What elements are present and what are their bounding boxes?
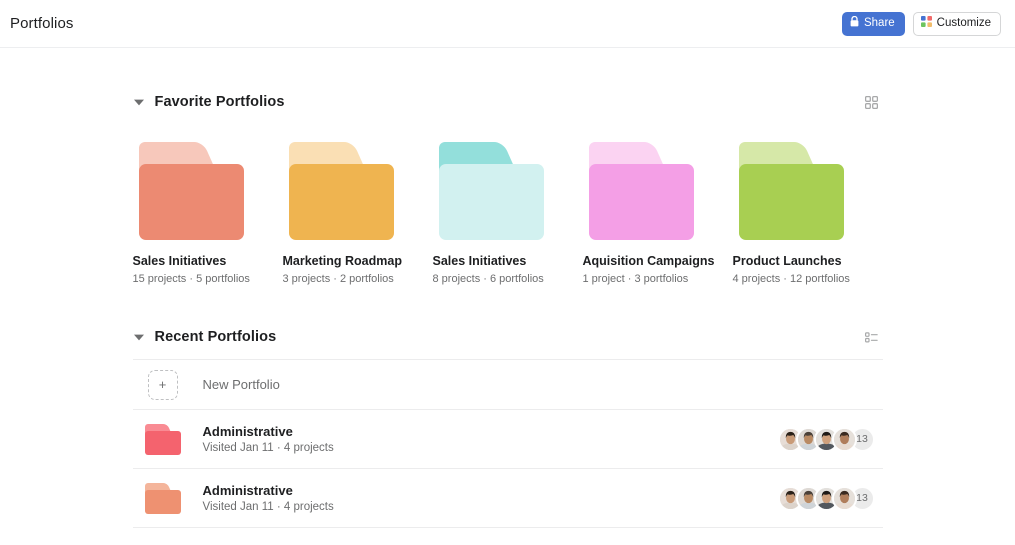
favorite-portfolio-card[interactable]: Marketing Roadmap 3 projects · 2 portfoli… [283, 142, 433, 285]
top-bar: Portfolios Share Customize [0, 0, 1015, 48]
folder-icon [144, 482, 181, 514]
recent-section-header: Recent Portfolios [133, 323, 883, 351]
portfolio-name: Administrative [202, 424, 293, 439]
folder-name: Sales Initiatives [132, 254, 227, 268]
portfolio-meta: Visited Jan 11 · 4 projects [202, 442, 334, 454]
portfolio-name: Administrative [202, 483, 293, 498]
folder-icon [138, 142, 244, 240]
share-button[interactable]: Share [841, 11, 905, 36]
folder-icon [738, 142, 844, 240]
portfolio-row[interactable]: Administrative Visited Jan 11 · 4 project… [132, 410, 883, 469]
folder-name: Marketing Roadmap [282, 254, 402, 268]
favorites-section-title: Favorite Portfolios [154, 94, 285, 110]
share-button-label: Share [863, 16, 895, 29]
folder-icon [144, 423, 181, 455]
folder-meta: 3 projects · 2 portfolios [282, 273, 394, 285]
folder-icon [288, 142, 394, 240]
portfolio-meta: Visited Jan 11 · 4 projects [202, 501, 334, 513]
recent-portfolio-list: + New Portfolio Administrative Visited Ja… [132, 359, 883, 528]
main-content: Favorite Portfolios Sales Initiatives 15 … [0, 48, 1015, 545]
avatar-stack: 13 [777, 485, 883, 511]
folder-meta: 1 project · 3 portfolios [582, 273, 689, 285]
favorite-portfolio-card[interactable]: Aquisition Campaigns 1 project · 3 portfo… [583, 142, 733, 285]
folder-meta: 4 projects · 12 portfolios [732, 273, 850, 285]
folder-icon [438, 142, 544, 240]
portfolio-row-text: Administrative Visited Jan 11 · 4 project… [203, 483, 334, 513]
grid-view-icon[interactable] [861, 91, 883, 113]
recent-section-title: Recent Portfolios [154, 329, 277, 345]
lock-icon [850, 16, 859, 31]
favorite-portfolio-card[interactable]: Sales Initiatives 8 projects · 6 portfoli… [433, 142, 583, 285]
content-container: Favorite Portfolios Sales Initiatives 15 … [132, 48, 883, 528]
page-title: Portfolios [10, 15, 74, 32]
folder-meta: 15 projects · 5 portfolios [132, 273, 250, 285]
customize-button[interactable]: Customize [912, 11, 1001, 36]
list-view-icon[interactable] [861, 326, 883, 348]
color-grid-icon [920, 16, 932, 31]
folder-name: Product Launches [732, 254, 842, 268]
folder-icon [588, 142, 694, 240]
plus-icon: + [147, 369, 178, 400]
folder-meta: 8 projects · 6 portfolios [432, 273, 544, 285]
favorites-section-header: Favorite Portfolios [133, 88, 883, 116]
avatar[interactable] [831, 426, 857, 452]
folder-name: Sales Initiatives [432, 254, 527, 268]
collapse-caret-icon[interactable] [131, 329, 147, 345]
favorite-portfolio-grid: Sales Initiatives 15 projects · 5 portfol… [133, 142, 883, 285]
avatar-stack: 13 [777, 426, 883, 452]
collapse-caret-icon[interactable] [131, 94, 147, 110]
avatar[interactable] [831, 485, 857, 511]
portfolio-row-text: Administrative Visited Jan 11 · 4 project… [203, 424, 334, 454]
folder-name: Aquisition Campaigns [582, 254, 715, 268]
new-portfolio-row[interactable]: + New Portfolio [132, 360, 883, 410]
favorite-portfolio-card[interactable]: Product Launches 4 projects · 12 portfoli… [733, 142, 883, 285]
portfolio-row[interactable]: Administrative Visited Jan 11 · 4 project… [132, 469, 883, 528]
favorite-portfolio-card[interactable]: Sales Initiatives 15 projects · 5 portfol… [133, 142, 283, 285]
top-bar-actions: Share Customize [841, 11, 1001, 36]
new-portfolio-label: New Portfolio [202, 377, 280, 392]
customize-button-label: Customize [936, 16, 991, 29]
